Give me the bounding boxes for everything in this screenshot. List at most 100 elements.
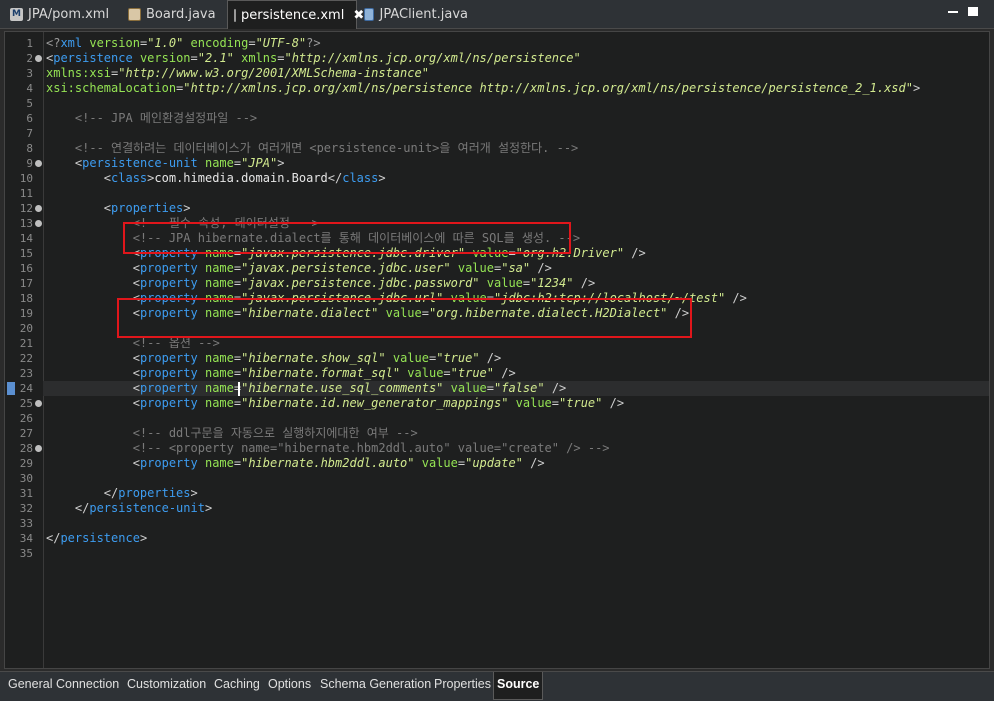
highlight-box <box>123 222 571 254</box>
line-number: 4 <box>26 82 33 95</box>
tab-source[interactable]: Source <box>493 672 544 700</box>
code-text: <!-- 연결하려는 데이터베이스가 여러개면 <persistence-uni… <box>74 141 579 155</box>
line-number: 8 <box>26 142 33 155</box>
editor-tab-bar: M JPA/pom.xml Board.java persistence.xml… <box>0 0 994 29</box>
line-number: 25 <box>19 397 33 410</box>
code-line[interactable]: <!-- 옵션 --> <box>43 336 989 351</box>
code-line[interactable] <box>43 546 989 561</box>
tab-general[interactable]: General <box>5 672 55 700</box>
java-file-icon <box>128 7 141 21</box>
code-text: <persistence version="2.1" xmlns="http:/… <box>46 51 581 65</box>
code-text: <property name="hibernate.use_sql_commen… <box>132 381 567 395</box>
tab-options[interactable]: Options <box>265 672 314 700</box>
tab-jpaclient-java[interactable]: JPAClient.java <box>358 0 468 28</box>
code-text: <property name="javax.persistence.jdbc.u… <box>132 261 552 275</box>
tab-connection[interactable]: Connection <box>53 672 122 700</box>
line-number: 15 <box>19 247 33 260</box>
code-line[interactable]: <class>com.himedia.domain.Board</class> <box>43 171 989 186</box>
fold-toggle-icon[interactable] <box>35 400 42 407</box>
line-number: 3 <box>26 67 33 80</box>
code-text: </persistence-unit> <box>74 501 213 515</box>
code-line[interactable]: <!-- ddl구문을 자동으로 실행하지에대한 여부 --> <box>43 426 989 441</box>
tab-schema-generation[interactable]: Schema Generation <box>317 672 434 700</box>
code-line[interactable]: </persistence> <box>43 531 989 546</box>
code-line[interactable]: </properties> <box>43 486 989 501</box>
tab-caching[interactable]: Caching <box>211 672 263 700</box>
minimize-icon[interactable] <box>948 6 958 16</box>
tab-label: JPA/pom.xml <box>28 6 110 22</box>
code-line[interactable]: <!-- JPA 메인환경설정파일 --> <box>43 111 989 126</box>
line-number: 17 <box>19 277 33 290</box>
tab-pom-xml[interactable]: M JPA/pom.xml <box>4 0 114 28</box>
code-text: <!-- ddl구문을 자동으로 실행하지에대한 여부 --> <box>132 426 418 440</box>
code-line[interactable]: xmlns:xsi="http://www.w3.org/2001/XMLSch… <box>43 66 989 81</box>
code-line[interactable]: <persistence-unit name="JPA"> <box>43 156 989 171</box>
code-line[interactable]: <?xml version="1.0" encoding="UTF-8"?> <box>43 36 989 51</box>
fold-toggle-icon[interactable] <box>35 205 42 212</box>
line-number: 14 <box>19 232 33 245</box>
fold-toggle-icon[interactable] <box>35 220 42 227</box>
line-number: 18 <box>19 292 33 305</box>
code-area[interactable]: <?xml version="1.0" encoding="UTF-8"?> <p… <box>43 32 989 668</box>
code-line[interactable]: <persistence version="2.1" xmlns="http:/… <box>43 51 989 66</box>
code-text: <property name="hibernate.format_sql" va… <box>132 366 516 380</box>
code-text: <properties> <box>103 201 191 215</box>
line-number: 7 <box>26 127 33 140</box>
text-cursor <box>238 382 240 396</box>
code-line[interactable]: <property name="hibernate.hbm2ddl.auto" … <box>43 456 989 471</box>
code-line[interactable]: <property name="javax.persistence.jdbc.u… <box>43 261 989 276</box>
code-line[interactable]: </persistence-unit> <box>43 501 989 516</box>
code-line[interactable] <box>43 96 989 111</box>
code-line[interactable]: <property name="hibernate.format_sql" va… <box>43 366 989 381</box>
xml-file-icon <box>234 8 236 22</box>
code-text: xmlns:xsi="http://www.w3.org/2001/XMLSch… <box>46 66 429 80</box>
code-line[interactable]: <property name="hibernate.id.new_generat… <box>43 396 989 411</box>
code-line[interactable]: <!-- <property name="hibernate.hbm2ddl.a… <box>43 441 989 456</box>
code-text: <property name="hibernate.id.new_generat… <box>132 396 625 410</box>
fold-toggle-icon[interactable] <box>35 160 42 167</box>
editor-mode-tab-bar: General Connection Customization Caching… <box>0 671 994 701</box>
line-number: 9 <box>26 157 33 170</box>
code-text: <?xml version="1.0" encoding="UTF-8"?> <box>46 36 321 50</box>
maximize-icon[interactable] <box>968 6 978 16</box>
line-number: 27 <box>19 427 33 440</box>
line-number: 12 <box>19 202 33 215</box>
code-line[interactable]: <property name="hibernate.use_sql_commen… <box>43 381 989 396</box>
tab-persistence-xml[interactable]: persistence.xml ✖ <box>227 0 364 29</box>
code-line[interactable]: <property name="javax.persistence.jdbc.p… <box>43 276 989 291</box>
tab-label: persistence.xml <box>241 7 345 23</box>
line-number: 11 <box>19 187 33 200</box>
line-number: 2 <box>26 52 33 65</box>
code-line[interactable]: <property name="hibernate.show_sql" valu… <box>43 351 989 366</box>
line-number: 5 <box>26 97 33 110</box>
fold-toggle-icon[interactable] <box>35 55 42 62</box>
code-line[interactable] <box>43 516 989 531</box>
code-line[interactable]: xsi:schemaLocation="http://xmlns.jcp.org… <box>43 81 989 96</box>
code-line[interactable]: <!-- 연결하려는 데이터베이스가 여러개면 <persistence-uni… <box>43 141 989 156</box>
line-number: 29 <box>19 457 33 470</box>
line-number: 26 <box>19 412 33 425</box>
maven-file-icon: M <box>10 7 23 21</box>
code-line[interactable] <box>43 411 989 426</box>
tab-board-java[interactable]: Board.java <box>122 0 222 28</box>
java-file-icon <box>364 7 375 21</box>
line-number: 20 <box>19 322 33 335</box>
code-line[interactable] <box>43 471 989 486</box>
code-line[interactable]: <properties> <box>43 201 989 216</box>
code-text: <property name="hibernate.hbm2ddl.auto" … <box>132 456 545 470</box>
code-editor[interactable]: 1 2 3 4 5 6 7 8 9 10 11 12 13 14 15 16 17 18 19 20 21 22 23 24 2… <box>4 31 990 669</box>
code-text: <!-- <property name="hibernate.hbm2ddl.a… <box>132 441 610 455</box>
line-number: 16 <box>19 262 33 275</box>
line-number: 28 <box>19 442 33 455</box>
fold-toggle-icon[interactable] <box>35 445 42 452</box>
line-number: 35 <box>19 547 33 560</box>
line-number: 19 <box>19 307 33 320</box>
code-line[interactable] <box>43 186 989 201</box>
code-text: <!-- JPA 메인환경설정파일 --> <box>74 111 258 125</box>
code-text: xsi:schemaLocation="http://xmlns.jcp.org… <box>46 81 921 95</box>
code-line[interactable] <box>43 126 989 141</box>
code-text: <property name="hibernate.show_sql" valu… <box>132 351 502 365</box>
tab-properties[interactable]: Properties <box>431 672 494 700</box>
line-number: 6 <box>26 112 33 125</box>
tab-customization[interactable]: Customization <box>124 672 209 700</box>
